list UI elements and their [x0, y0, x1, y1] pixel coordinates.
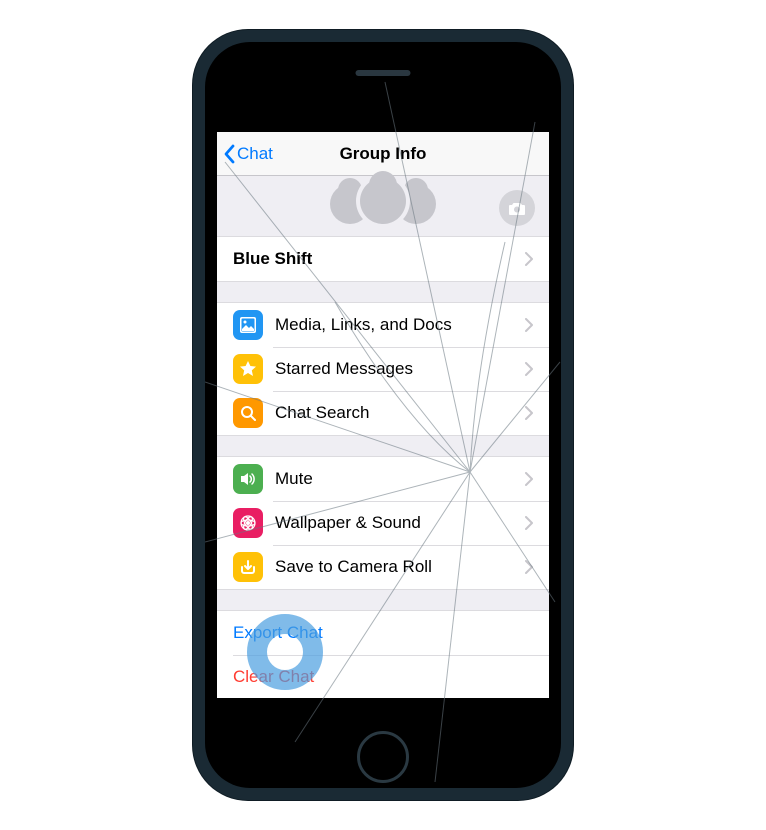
media-links-docs-row[interactable]: Media, Links, and Docs [217, 303, 549, 347]
actions-section: Export Chat Clear Chat [217, 610, 549, 698]
row-label: Mute [275, 469, 525, 489]
back-button[interactable]: Chat [223, 144, 273, 164]
phone-device: Chat Group Info Blue Shift [193, 30, 573, 800]
row-label: Starred Messages [275, 359, 525, 379]
export-chat-row[interactable]: Export Chat [217, 611, 549, 655]
chevron-right-icon [525, 516, 533, 530]
home-button[interactable] [357, 731, 409, 783]
phone-speaker [356, 70, 411, 76]
chevron-right-icon [525, 560, 533, 574]
row-label: Wallpaper & Sound [275, 513, 525, 533]
mute-row[interactable]: Mute [217, 457, 549, 501]
row-label: Chat Search [275, 403, 525, 423]
wallpaper-icon [233, 508, 263, 538]
group-name-row[interactable]: Blue Shift [217, 237, 549, 281]
star-icon [233, 354, 263, 384]
chat-search-row[interactable]: Chat Search [217, 391, 549, 435]
download-icon [233, 552, 263, 582]
group-name: Blue Shift [233, 249, 525, 269]
settings-section: Mute Wallpaper & Sound Save to Camera Ro… [217, 456, 549, 590]
screen: Chat Group Info Blue Shift [217, 132, 549, 698]
chevron-right-icon [525, 252, 533, 266]
wallpaper-sound-row[interactable]: Wallpaper & Sound [217, 501, 549, 545]
row-label: Export Chat [233, 623, 533, 643]
chevron-right-icon [525, 406, 533, 420]
chevron-right-icon [525, 362, 533, 376]
row-label: Media, Links, and Docs [275, 315, 525, 335]
search-icon [233, 398, 263, 428]
speaker-icon [233, 464, 263, 494]
chevron-right-icon [525, 472, 533, 486]
edit-photo-button[interactable] [499, 190, 535, 226]
media-section: Media, Links, and Docs Starred Messages … [217, 302, 549, 436]
camera-icon [508, 201, 526, 216]
chevron-right-icon [525, 318, 533, 332]
group-avatar-area [217, 176, 549, 236]
chevron-left-icon [223, 144, 235, 164]
group-avatar-icon [330, 170, 436, 224]
row-label: Save to Camera Roll [275, 557, 525, 577]
save-camera-roll-row[interactable]: Save to Camera Roll [217, 545, 549, 589]
clear-chat-row[interactable]: Clear Chat [217, 655, 549, 698]
back-label: Chat [237, 144, 273, 164]
row-label: Clear Chat [233, 667, 533, 687]
group-name-section: Blue Shift [217, 236, 549, 282]
starred-messages-row[interactable]: Starred Messages [217, 347, 549, 391]
photo-icon [233, 310, 263, 340]
